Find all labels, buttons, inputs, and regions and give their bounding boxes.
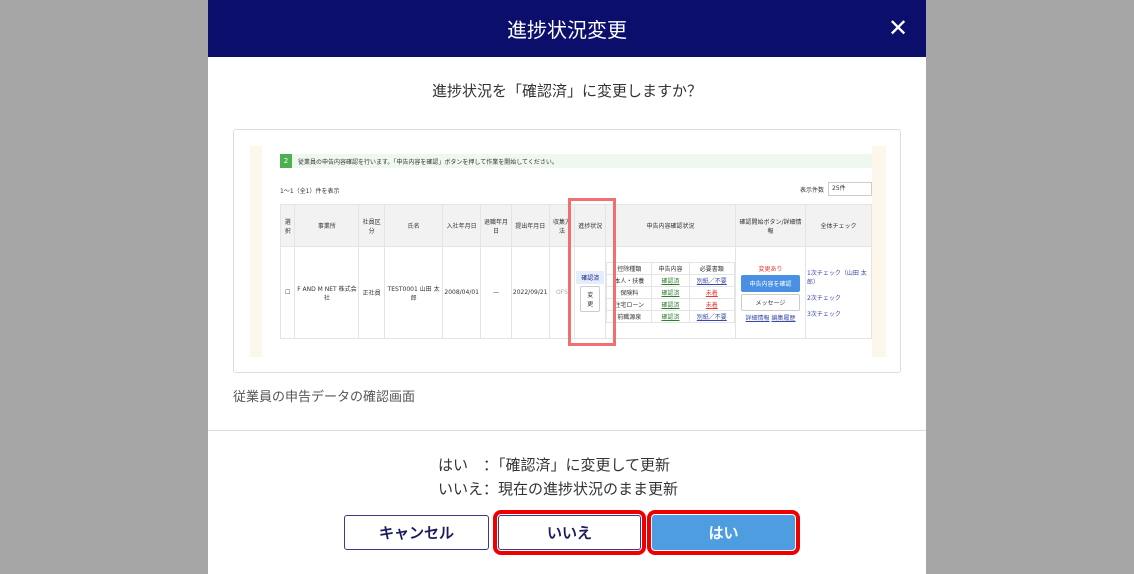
cell: 確認済 — [651, 274, 690, 287]
cell: 未着 — [688, 298, 736, 311]
confirm-content-button: 申告内容を確認 — [741, 274, 800, 292]
banner-text: 従業員の申告内容確認を行います。「申告内容を確認」ボタンを押して作業を開始してく… — [298, 158, 558, 166]
cell: 別紙／不要 — [688, 274, 736, 287]
divider — [208, 430, 926, 431]
cell: TEST0001 山田 太郎 — [383, 246, 444, 339]
cell: 別紙／不要 — [688, 310, 736, 323]
cell: 確認済 — [651, 286, 690, 299]
col-header: 確認開始ボタン/詳細情報 — [735, 204, 806, 247]
example-screenshot: 2 従業員の申告内容確認を行います。「申告内容を確認」ボタンを押して作業を開始して… — [233, 129, 901, 373]
yes-button[interactable]: はい — [647, 510, 800, 555]
cancel-button[interactable]: キャンセル — [344, 515, 489, 550]
cell: 確認済 — [651, 310, 690, 323]
col-header: 氏名 — [383, 204, 444, 247]
close-icon[interactable]: ✕ — [884, 14, 912, 42]
message-button: メッセージ — [741, 293, 800, 311]
select-checkbox: ☐ — [279, 246, 296, 339]
legend-no: いいえ：現在の進捗状況のまま更新 — [438, 480, 679, 498]
check-3: 3次チェック — [807, 310, 841, 318]
legend-yes: はい ：「確認済」に変更して更新 — [438, 456, 671, 474]
cell: 2008/04/01 — [442, 246, 481, 339]
cell: F AND M NET 株式会社 — [294, 246, 360, 339]
changed-label: 変更あり — [758, 265, 783, 273]
step-badge: 2 — [280, 154, 292, 168]
cell: 2022/09/21 — [510, 246, 550, 339]
no-button[interactable]: いいえ — [493, 510, 646, 555]
detail-link: 詳細情報 — [745, 314, 770, 322]
history-link: 編集履歴 — [771, 314, 796, 322]
status-highlight — [568, 198, 616, 346]
col-header: 全体チェック — [805, 204, 872, 247]
image-caption: 従業員の申告データの確認画面 — [233, 390, 416, 405]
cell: 確認済 — [651, 298, 690, 311]
col-header: 選択 — [279, 204, 296, 247]
col-header: 入社年月日 — [442, 204, 481, 247]
options-legend: はい ：「確認済」に変更して更新 いいえ：現在の進捗状況のまま更新 — [438, 453, 678, 501]
col-header: 提出年月日 — [510, 204, 550, 247]
confirm-question: 進捗状況を「確認済」に変更しますか？ — [431, 82, 702, 100]
record-count: 1〜1（全1）件を表示 — [280, 188, 340, 195]
sub-header: 必要書類 — [688, 262, 736, 275]
cell: — — [479, 246, 512, 339]
per-page-select: 25件 — [828, 182, 872, 196]
cell: 未着 — [688, 286, 736, 299]
col-header: 事業所 — [294, 204, 360, 247]
progress-change-dialog: 進捗状況変更 ✕ 進捗状況を「確認済」に変更しますか？ 2 従業員の申告内容確認を… — [208, 0, 926, 574]
check-1: 1次チェック（山田 太郎） — [807, 269, 867, 286]
col-header: 退職年月日 — [479, 204, 512, 247]
col-header: 社員区分 — [358, 204, 385, 247]
sub-header: 申告内容 — [651, 262, 690, 275]
check-2: 2次チェック — [807, 294, 841, 302]
col-header: 申告内容確認状況 — [605, 204, 736, 247]
cell: 正社員 — [358, 246, 385, 339]
per-page-label: 表示件数 — [799, 186, 824, 194]
dialog-title: 進捗状況変更 — [507, 18, 627, 42]
dialog-header: 進捗状況変更 ✕ — [208, 0, 926, 57]
